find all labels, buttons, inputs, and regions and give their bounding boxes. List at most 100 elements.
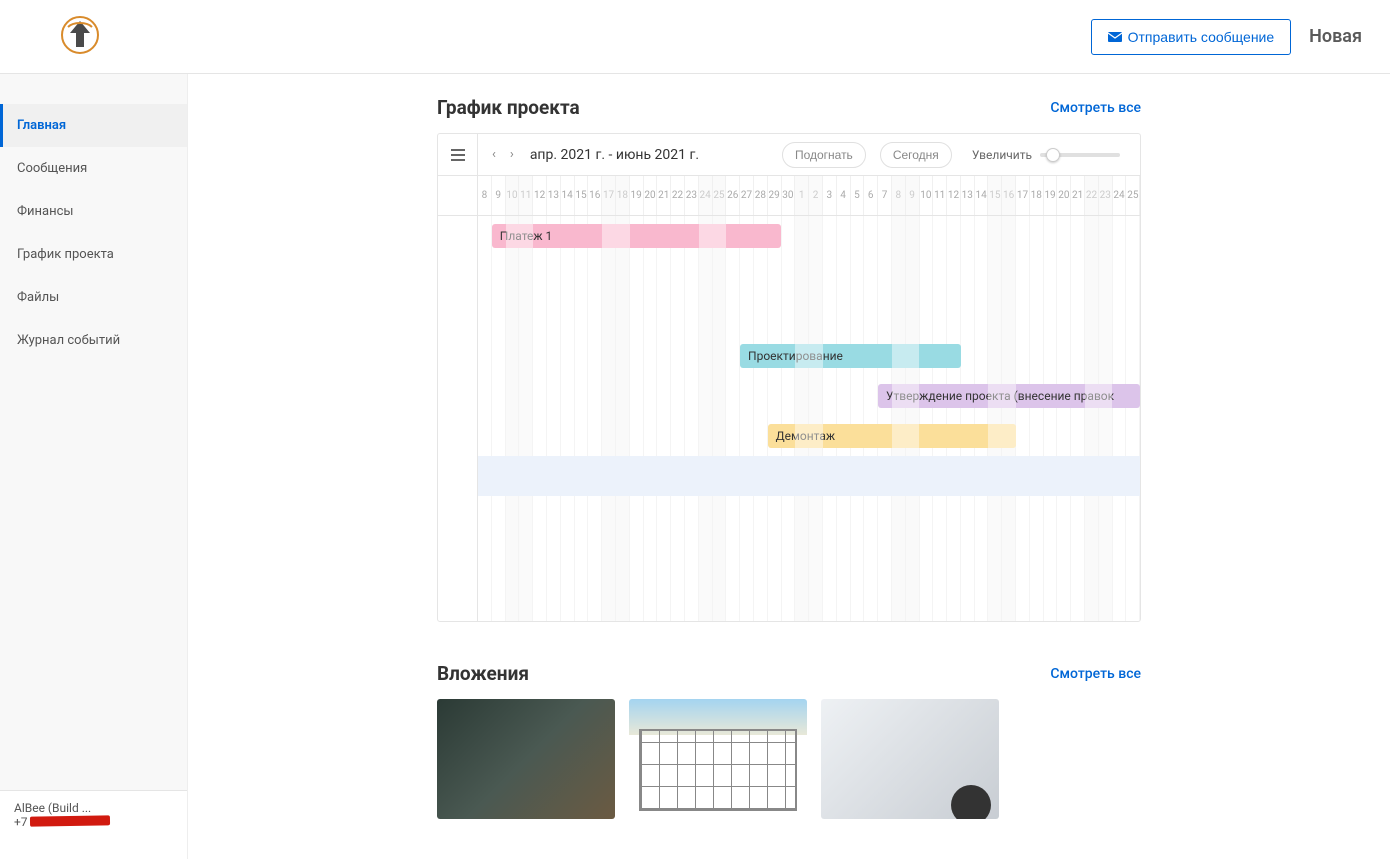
scale-day: 27 [740, 176, 754, 215]
attachments-section: Вложения Смотреть все [437, 662, 1141, 819]
scale-day: 12 [533, 176, 547, 215]
scale-day: 22 [1085, 176, 1099, 215]
scale-day: 7 [878, 176, 892, 215]
scale-day: 23 [685, 176, 699, 215]
attachment-thumb[interactable] [437, 699, 615, 819]
scale-day: 14 [975, 176, 989, 215]
scale-day: 28 [754, 176, 768, 215]
sidebar-nav: Главная Сообщения Финансы График проекта… [0, 74, 187, 790]
scale-day: 24 [699, 176, 713, 215]
scale-day: 12 [947, 176, 961, 215]
scale-day: 15 [575, 176, 589, 215]
gantt-bar[interactable]: Проектирование [740, 344, 961, 368]
gantt-scale: 8910111213141516171819202122232425262728… [438, 176, 1140, 216]
scale-day: 5 [851, 176, 865, 215]
row-highlight [478, 456, 1140, 496]
scale-day: 19 [1044, 176, 1058, 215]
gantt-view-all-link[interactable]: Смотреть все [1050, 100, 1141, 116]
scale-day: 11 [519, 176, 533, 215]
sidebar-item-files[interactable]: Файлы [0, 276, 187, 319]
scale-day: 4 [837, 176, 851, 215]
scale-day: 30 [782, 176, 796, 215]
sidebar-item-label: Журнал событий [17, 333, 120, 348]
redaction [30, 815, 110, 826]
sidebar-item-main[interactable]: Главная [0, 104, 187, 147]
scale-day: 10 [920, 176, 934, 215]
scale-day: 16 [1002, 176, 1016, 215]
sidebar: Главная Сообщения Финансы График проекта… [0, 74, 188, 859]
gantt-section: График проекта Смотреть все ‹ › апр. 202… [437, 96, 1141, 622]
zoom-label: Увеличить [972, 148, 1032, 162]
sidebar-item-label: График проекта [17, 247, 114, 262]
send-message-label: Отправить сообщение [1128, 29, 1275, 45]
scale-day: 25 [713, 176, 727, 215]
scale-day: 8 [478, 176, 492, 215]
fit-button[interactable]: Подогнать [782, 142, 866, 168]
scale-day: 20 [1057, 176, 1071, 215]
scale-day: 8 [892, 176, 906, 215]
scale-day: 10 [506, 176, 520, 215]
envelope-icon [1108, 32, 1122, 42]
scale-day: 22 [671, 176, 685, 215]
logo[interactable] [60, 15, 100, 59]
prev-button[interactable]: ‹ [488, 143, 500, 166]
zoom-slider[interactable] [1040, 153, 1120, 157]
gantt-toolbar: ‹ › апр. 2021 г. - июнь 2021 г. Подогнат… [438, 134, 1140, 176]
scale-day: 26 [726, 176, 740, 215]
scale-day: 17 [1016, 176, 1030, 215]
scale-day: 18 [1030, 176, 1044, 215]
scale-day: 3 [823, 176, 837, 215]
next-button[interactable]: › [506, 143, 518, 166]
scale-day: 17 [602, 176, 616, 215]
scale-day: 18 [616, 176, 630, 215]
scale-day: 13 [547, 176, 561, 215]
gantt-bar[interactable]: Утверждение проекта (внесение правок [878, 384, 1140, 408]
sidebar-item-log[interactable]: Журнал событий [0, 319, 187, 362]
scale-day: 14 [561, 176, 575, 215]
gantt-body[interactable]: Платеж 1 Проектирование Утверждение проект… [438, 216, 1140, 621]
status-label: Новая [1309, 26, 1362, 47]
attachments-view-all-link[interactable]: Смотреть все [1050, 666, 1141, 682]
gantt-title: График проекта [437, 96, 580, 119]
gantt-bar[interactable]: Платеж 1 [492, 224, 782, 248]
scale-day: 2 [809, 176, 823, 215]
sidebar-footer: AlBee (Build ... +7 9 [0, 790, 187, 859]
scale-day: 9 [492, 176, 506, 215]
main: График проекта Смотреть все ‹ › апр. 202… [188, 74, 1390, 859]
sidebar-item-label: Файлы [17, 290, 59, 305]
list-toggle[interactable] [438, 134, 478, 175]
scale-day: 21 [657, 176, 671, 215]
scale-day: 16 [588, 176, 602, 215]
header: Отправить сообщение Новая [0, 0, 1390, 74]
scale-day: 9 [906, 176, 920, 215]
date-range: апр. 2021 г. - июнь 2021 г. [530, 147, 699, 163]
scale-day: 21 [1071, 176, 1085, 215]
company-name: AlBee (Build ... [14, 801, 173, 815]
scale-day: 19 [630, 176, 644, 215]
sidebar-item-label: Сообщения [17, 161, 87, 176]
scale-day: 23 [1099, 176, 1113, 215]
scale-day: 15 [988, 176, 1002, 215]
scale-day: 29 [768, 176, 782, 215]
scale-day: 13 [961, 176, 975, 215]
zoom-thumb[interactable] [1046, 148, 1060, 162]
scale-day: 24 [1113, 176, 1127, 215]
scale-day: 1 [795, 176, 809, 215]
list-icon [451, 149, 465, 161]
sidebar-item-finance[interactable]: Финансы [0, 190, 187, 233]
attachment-thumb[interactable] [629, 699, 807, 819]
sidebar-item-schedule[interactable]: График проекта [0, 233, 187, 276]
sidebar-item-label: Финансы [17, 204, 74, 219]
gantt-bar[interactable]: Демонтаж [768, 424, 1016, 448]
gantt: ‹ › апр. 2021 г. - июнь 2021 г. Подогнат… [437, 133, 1141, 622]
today-button[interactable]: Сегодня [880, 142, 952, 168]
sidebar-item-label: Главная [17, 118, 66, 133]
sidebar-item-messages[interactable]: Сообщения [0, 147, 187, 190]
scale-day: 20 [644, 176, 658, 215]
scale-day: 25 [1126, 176, 1140, 215]
attachments-title: Вложения [437, 662, 529, 685]
scale-day: 11 [933, 176, 947, 215]
scale-day: 6 [864, 176, 878, 215]
attachment-thumb[interactable] [821, 699, 999, 819]
send-message-button[interactable]: Отправить сообщение [1091, 19, 1292, 55]
